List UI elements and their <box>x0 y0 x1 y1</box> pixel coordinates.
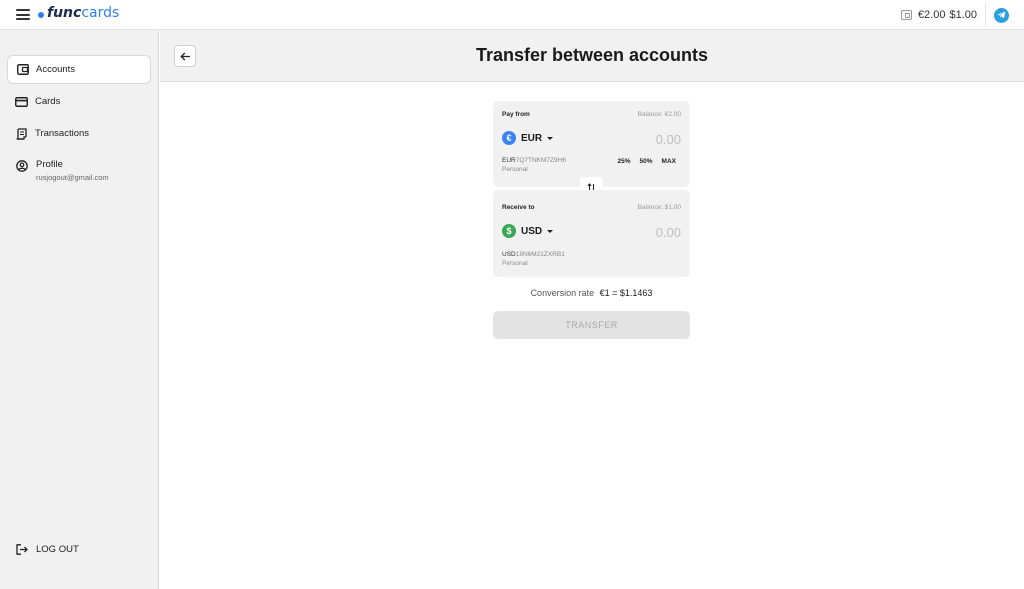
dollar-icon: $ <box>502 224 516 238</box>
profile-email: rusjogout@gmail.com <box>36 173 109 182</box>
logout-button[interactable]: LOG OUT <box>15 543 79 556</box>
sidebar-item-cards[interactable]: Cards <box>7 87 151 116</box>
account-prefix: USD <box>502 251 516 258</box>
receive-to-account-type: Personal <box>502 260 528 267</box>
profile-label: Profile <box>36 159 63 170</box>
conversion-value: €1 = $1.1463 <box>599 288 653 298</box>
receive-to-currency-select[interactable]: $ USD <box>502 224 554 238</box>
receive-to-amount-input[interactable] <box>591 224 681 240</box>
pay-from-label: Pay from <box>502 111 530 118</box>
wallet-icon <box>900 10 912 20</box>
euro-icon: € <box>502 131 516 145</box>
receive-to-panel: Receive to Balance: $1.00 $ USD USD18N6M… <box>493 190 690 277</box>
logo[interactable]: func cards <box>38 5 119 21</box>
sidebar: Accounts Cards Transactions Profile rusj… <box>0 30 159 589</box>
receive-to-account-number: USD18N6M21ZXRB1 <box>502 251 565 258</box>
account-prefix: EUR <box>502 157 516 164</box>
sidebar-item-accounts[interactable]: Accounts <box>7 55 151 84</box>
logo-dot <box>38 11 44 18</box>
sidebar-item-label: Transactions <box>35 128 90 139</box>
percent-buttons: 25% 50% MAX <box>618 158 676 165</box>
logo-func-text: func <box>47 5 82 21</box>
chevron-down-icon <box>547 229 554 233</box>
account-rest: 18N6M21ZXRB1 <box>515 251 565 258</box>
usd-balance: $1.00 <box>949 9 977 21</box>
eur-balance: €2.00 <box>917 9 946 21</box>
logout-icon <box>15 543 28 556</box>
pay-from-currency-select[interactable]: € EUR <box>502 131 554 145</box>
receive-to-balance: Balance: $1.00 <box>637 204 681 211</box>
sidebar-item-transactions[interactable]: Transactions <box>7 119 151 148</box>
receipt-icon <box>15 127 28 140</box>
transfer-button[interactable]: TRANSFER <box>493 311 690 339</box>
pay-from-currency: EUR <box>521 132 543 144</box>
sidebar-item-profile[interactable]: Profile rusjogout@gmail.com <box>15 159 109 182</box>
telegram-icon[interactable] <box>994 7 1009 23</box>
pay-from-balance: Balance: €2.00 <box>637 111 681 118</box>
user-circle-icon <box>15 159 28 172</box>
pay-from-account-type: Personal <box>502 166 528 173</box>
top-right-balances: €2.00 $1.00 <box>900 0 1024 30</box>
top-bar: func cards €2.00 $1.00 <box>0 0 1024 30</box>
logo-cards-text: cards <box>81 5 120 21</box>
receive-to-currency: USD <box>521 225 543 237</box>
wallet-icon <box>16 63 29 76</box>
pay-from-account-number: EUR7Q7TNKM7Z9H6 <box>502 157 566 164</box>
page-header: Transfer between accounts <box>160 30 1024 82</box>
percent-25-button[interactable]: 25% <box>618 158 631 165</box>
account-rest: 7Q7TNKM7Z9H6 <box>515 157 566 164</box>
pay-from-panel: Pay from Balance: €2.00 € EUR EUR7Q7TNKM… <box>493 101 690 187</box>
divider <box>985 3 986 27</box>
sidebar-item-label: Accounts <box>36 64 76 75</box>
logout-label: LOG OUT <box>36 544 79 555</box>
card-icon <box>15 95 28 108</box>
conversion-rate: Conversion rate €1 = $1.1463 <box>493 288 690 298</box>
percent-50-button[interactable]: 50% <box>640 158 653 165</box>
sidebar-item-label: Cards <box>35 96 61 107</box>
receive-to-label: Receive to <box>502 204 535 211</box>
hamburger-icon[interactable] <box>16 9 30 20</box>
max-button[interactable]: MAX <box>662 158 676 165</box>
page-title: Transfer between accounts <box>475 45 709 65</box>
chevron-down-icon <box>547 136 554 140</box>
pay-from-amount-input[interactable] <box>591 131 681 147</box>
conversion-label: Conversion rate <box>530 288 595 298</box>
